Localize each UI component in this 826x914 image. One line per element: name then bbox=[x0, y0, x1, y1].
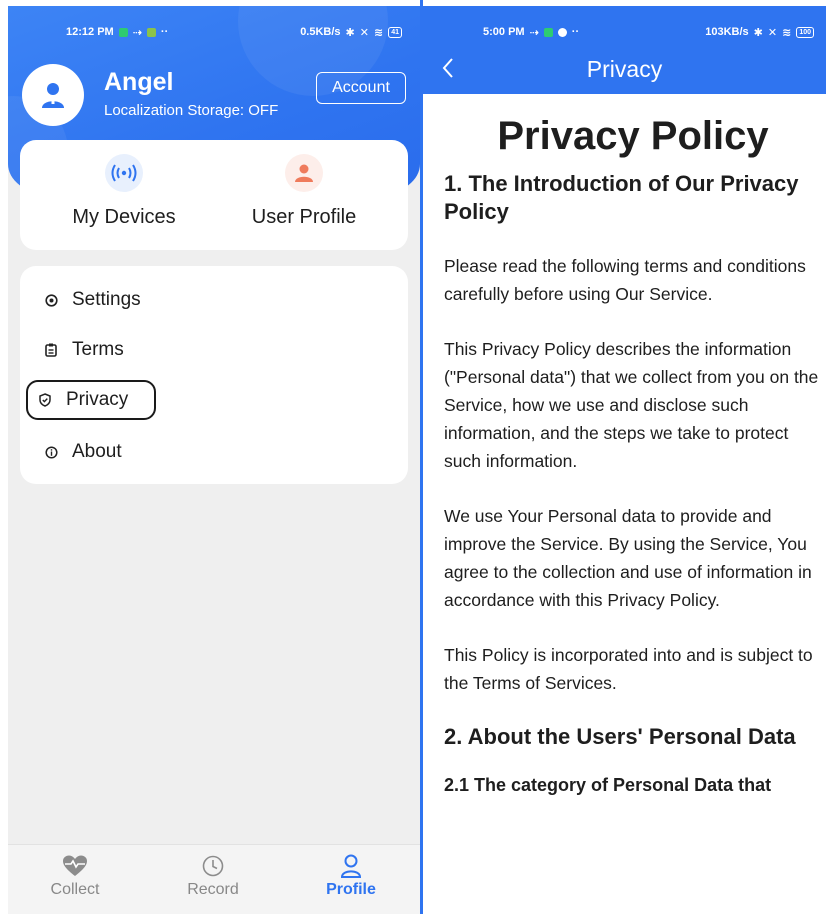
menu-label: Settings bbox=[72, 289, 141, 310]
paragraph: This Policy is incorporated into and is … bbox=[444, 645, 813, 693]
user-name: Angel bbox=[104, 68, 174, 96]
app-notification-icon bbox=[543, 27, 553, 37]
info-icon bbox=[44, 445, 58, 459]
section-heading: 2. About the Users' Personal Data bbox=[444, 724, 796, 749]
bluetooth-icon: ✱ bbox=[753, 26, 763, 39]
heart-pulse-icon bbox=[20, 853, 130, 879]
section-heading: 1. The Introduction of Our Privacy Polic… bbox=[444, 171, 799, 224]
menu-item-settings[interactable]: Settings bbox=[34, 280, 151, 320]
account-button[interactable]: Account bbox=[316, 72, 406, 104]
user-avatar-icon bbox=[42, 83, 64, 108]
nav-record[interactable]: Record bbox=[158, 853, 268, 899]
settings-icon bbox=[44, 293, 58, 307]
mute-icon: ✕ bbox=[767, 26, 778, 39]
settings-menu: Settings Terms Privacy About bbox=[20, 266, 408, 484]
user-profile-label: User Profile bbox=[251, 206, 357, 228]
document-title: Privacy Policy bbox=[497, 114, 769, 158]
menu-item-privacy[interactable]: Privacy bbox=[26, 380, 156, 420]
bottom-navigation: Collect Record Profile bbox=[8, 844, 420, 914]
nav-label: Collect bbox=[50, 881, 100, 898]
battery-icon: 41 bbox=[388, 26, 402, 38]
nav-label: Record bbox=[187, 881, 239, 898]
menu-item-terms[interactable]: Terms bbox=[34, 330, 134, 370]
person-icon bbox=[285, 154, 323, 192]
nav-label: Profile bbox=[326, 881, 376, 898]
profile-screen: 12:12 PM ⇢ ·· 0.5KB/s ✱ ✕ ≋ 41 Angel Loc… bbox=[8, 6, 420, 914]
my-devices-label: My Devices bbox=[72, 206, 176, 228]
cast-icon: ⇢ bbox=[529, 26, 539, 39]
clock-icon bbox=[158, 853, 268, 879]
status-time: 12:12 PM bbox=[66, 26, 114, 38]
wifi-icon: ≋ bbox=[782, 26, 792, 39]
app-notification-icon bbox=[557, 27, 567, 37]
menu-label: Privacy bbox=[66, 389, 129, 410]
network-speed: 0.5KB/s bbox=[300, 26, 341, 38]
privacy-screen: 5:00 PM ⇢ ·· 103KB/s ✱ ✕ ≋ 100 Privacy P… bbox=[423, 6, 826, 914]
shield-icon bbox=[38, 393, 52, 407]
paragraph: We use Your Personal data to provide and… bbox=[444, 506, 812, 610]
profile-summary: Angel Localization Storage: OFF Account bbox=[18, 64, 410, 130]
avatar[interactable] bbox=[22, 64, 84, 126]
privacy-policy-document: Privacy Policy 1. The Introduction of Ou… bbox=[444, 112, 822, 797]
paragraph: This Privacy Policy describes the inform… bbox=[444, 339, 819, 471]
battery-icon: 100 bbox=[796, 26, 814, 38]
more-notifications-icon: ·· bbox=[571, 26, 580, 38]
status-time: 5:00 PM bbox=[483, 26, 525, 38]
nav-collect[interactable]: Collect bbox=[20, 853, 130, 899]
user-icon bbox=[296, 853, 406, 879]
mute-icon: ✕ bbox=[359, 26, 369, 39]
more-notifications-icon: ·· bbox=[160, 26, 169, 38]
menu-label: About bbox=[72, 441, 122, 462]
page-title: Privacy bbox=[586, 56, 663, 82]
my-devices-button[interactable]: My Devices bbox=[34, 154, 214, 244]
localization-status: Localization Storage: OFF bbox=[104, 102, 279, 119]
paragraph: Please read the following terms and cond… bbox=[444, 256, 806, 304]
nav-profile[interactable]: Profile bbox=[296, 853, 406, 899]
bluetooth-icon: ✱ bbox=[345, 26, 355, 39]
quick-actions-card: My Devices User Profile bbox=[20, 140, 408, 250]
menu-item-about[interactable]: About bbox=[34, 432, 132, 472]
clipboard-icon bbox=[44, 343, 58, 357]
wireless-signal-icon bbox=[105, 154, 143, 192]
cast-icon: ⇢ bbox=[132, 26, 142, 39]
status-bar: 5:00 PM ⇢ ·· 103KB/s ✱ ✕ ≋ 100 bbox=[423, 6, 826, 58]
status-bar: 12:12 PM ⇢ ·· 0.5KB/s ✱ ✕ ≋ 41 bbox=[8, 6, 420, 58]
app-notification-icon bbox=[118, 27, 128, 37]
user-profile-button[interactable]: User Profile bbox=[214, 154, 394, 244]
privacy-header: 5:00 PM ⇢ ·· 103KB/s ✱ ✕ ≋ 100 Privacy bbox=[423, 6, 826, 94]
app-notification-icon bbox=[146, 27, 156, 37]
menu-label: Terms bbox=[72, 339, 124, 360]
wifi-icon: ≋ bbox=[373, 26, 384, 39]
subsection-heading: 2.1 The category of Personal Data that bbox=[444, 775, 772, 795]
network-speed: 103KB/s bbox=[705, 26, 749, 38]
